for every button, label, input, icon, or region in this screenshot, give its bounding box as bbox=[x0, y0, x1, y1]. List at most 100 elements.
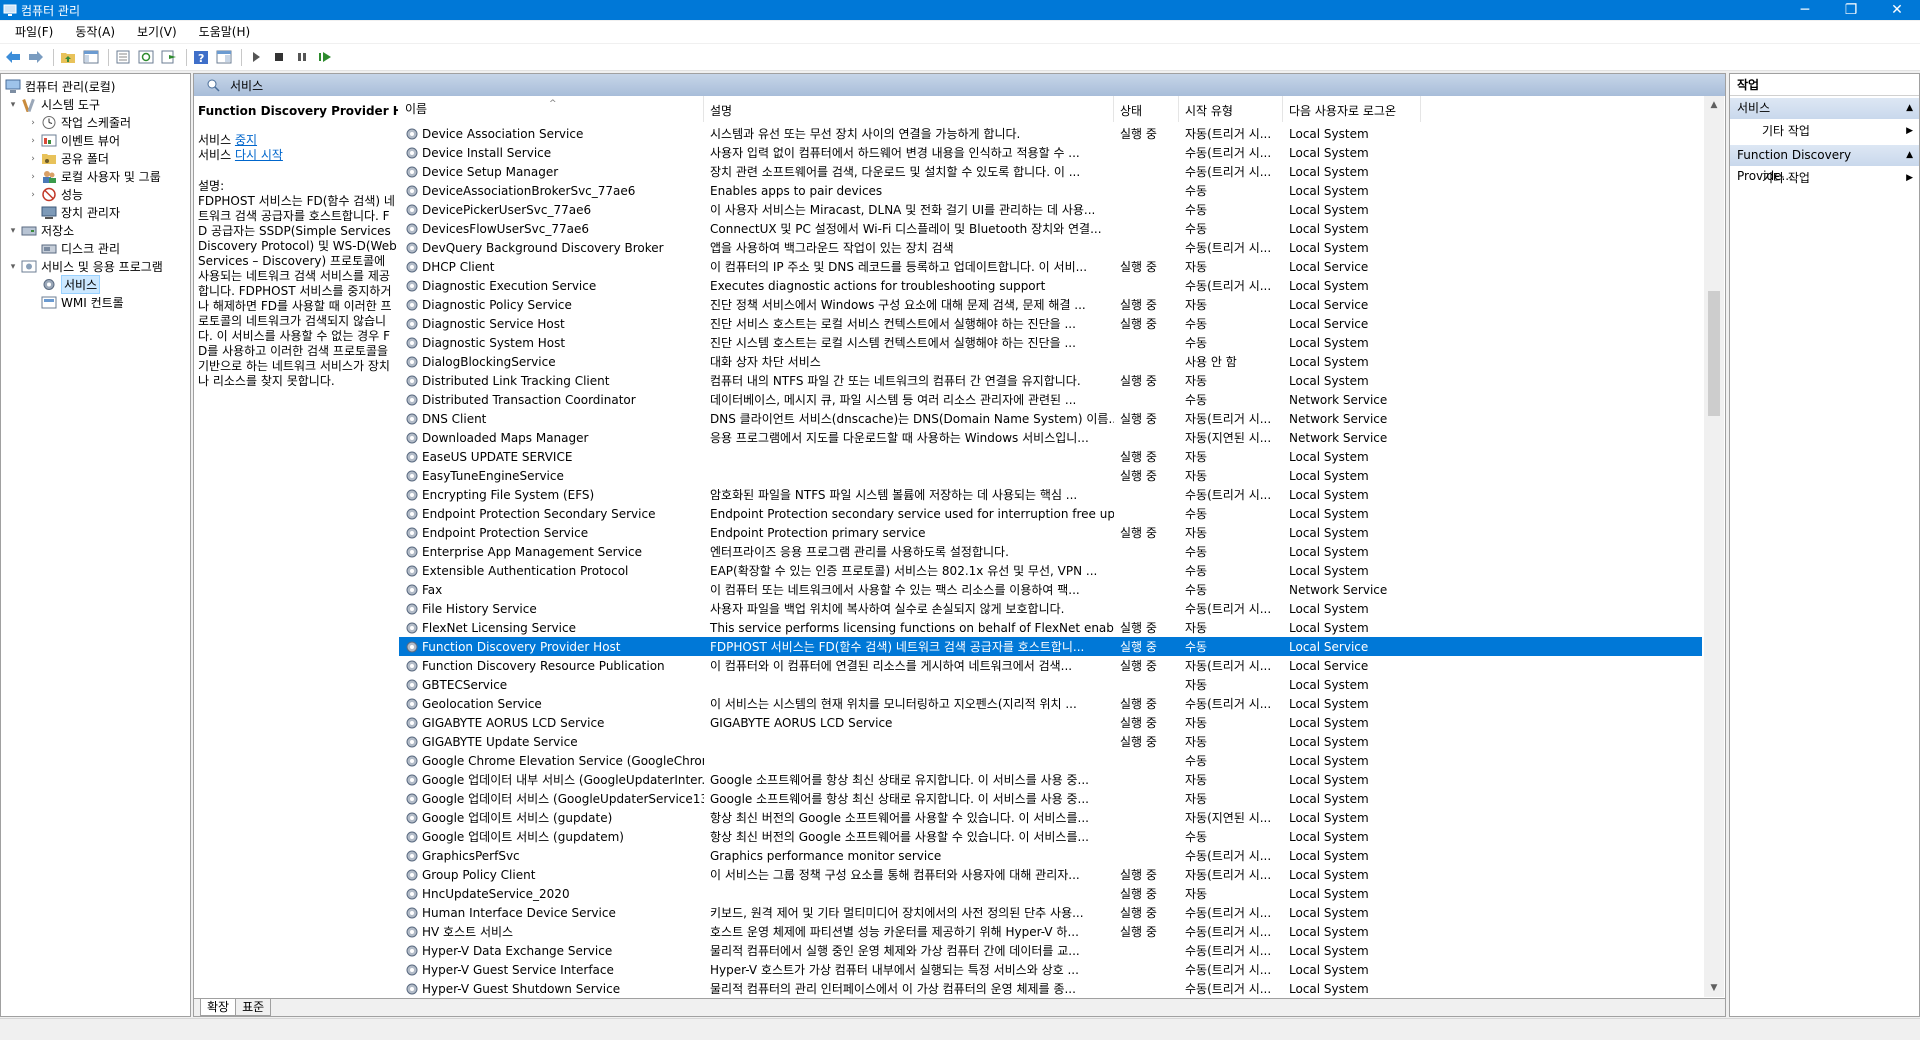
table-row[interactable]: DevicesFlowUserSvc_77ae6 ConnectUX 및 PC 설… bbox=[399, 219, 1702, 238]
table-row[interactable]: HncUpdateService_2020 실행 중 자동 Local System bbox=[399, 884, 1702, 903]
tree-node-storage[interactable]: ▾ 저장소 bbox=[7, 222, 74, 239]
scroll-down-icon[interactable]: ▼ bbox=[1704, 979, 1724, 997]
table-row[interactable]: Downloaded Maps Manager 응용 프로그램에서 지도를 다운로… bbox=[399, 428, 1702, 447]
column-header-description[interactable]: 설명 bbox=[704, 96, 1114, 122]
table-row[interactable]: Hyper-V Data Exchange Service 물리적 컴퓨터에서 실… bbox=[399, 941, 1702, 960]
stop-service-link[interactable]: 중지 bbox=[235, 133, 257, 147]
table-row[interactable]: Diagnostic Service Host 진단 서비스 호스트는 로컬 서비… bbox=[399, 314, 1702, 333]
table-row[interactable]: DialogBlockingService 대화 상자 차단 서비스 사용 안 함 L… bbox=[399, 352, 1702, 371]
table-row[interactable]: Human Interface Device Service 키보드, 원격 제어… bbox=[399, 903, 1702, 922]
table-row[interactable]: Diagnostic Execution Service Executes dia… bbox=[399, 276, 1702, 295]
collapse-arrow-icon[interactable]: ▾ bbox=[7, 225, 19, 237]
table-row[interactable]: FlexNet Licensing Service This service pe… bbox=[399, 618, 1702, 637]
tree-node-device-manager[interactable]: 장치 관리자 bbox=[41, 204, 120, 221]
restart-service-link[interactable]: 다시 시작 bbox=[235, 148, 283, 162]
table-row[interactable]: Group Policy Client 이 서비스는 그룹 정책 구성 요소를 통… bbox=[399, 865, 1702, 884]
table-row[interactable]: DNS Client DNS 클라이언트 서비스(dnscache)는 DNS(D… bbox=[399, 409, 1702, 428]
tree-node-services[interactable]: 서비스 bbox=[41, 275, 101, 294]
tree-node-wmi[interactable]: WMI 컨트롤 bbox=[41, 294, 124, 311]
tree-node-shared-folders[interactable]: › 공유 폴더 bbox=[27, 150, 109, 167]
collapse-up-icon[interactable]: ▲ bbox=[1906, 98, 1919, 119]
expand-arrow-icon[interactable]: › bbox=[27, 189, 39, 201]
table-row[interactable]: DevQuery Background Discovery Broker 앱을 사… bbox=[399, 238, 1702, 257]
table-row[interactable]: Fax 이 컴퓨터 또는 네트워크에서 사용할 수 있는 팩스 리소스를 이용하여… bbox=[399, 580, 1702, 599]
table-row[interactable]: DHCP Client 이 컴퓨터의 IP 주소 및 DNS 레코드를 등록하고 … bbox=[399, 257, 1702, 276]
tree-node-event-viewer[interactable]: › 이벤트 뷰어 bbox=[27, 132, 120, 149]
expand-arrow-icon[interactable]: › bbox=[27, 171, 39, 183]
table-row[interactable]: Diagnostic Policy Service 진단 정책 서비스에서 Win… bbox=[399, 295, 1702, 314]
tree-node-root[interactable]: 컴퓨터 관리(로컬) bbox=[5, 78, 115, 95]
expand-arrow-icon[interactable]: › bbox=[27, 135, 39, 147]
show-hide-tree-icon[interactable] bbox=[81, 48, 100, 67]
vertical-scrollbar[interactable]: ▲ ▼ bbox=[1704, 96, 1724, 997]
table-row[interactable]: EasyTuneEngineService 실행 중 자동 Local System bbox=[399, 466, 1702, 485]
table-row[interactable]: File History Service 사용자 파일을 백업 위치에 복사하여 … bbox=[399, 599, 1702, 618]
table-row[interactable]: Extensible Authentication Protocol EAP(확장… bbox=[399, 561, 1702, 580]
maximize-button[interactable]: ❐ bbox=[1828, 0, 1874, 20]
menu-view[interactable]: 보기(V) bbox=[126, 21, 188, 43]
table-row[interactable]: GIGABYTE AORUS LCD Service GIGABYTE AORUS… bbox=[399, 713, 1702, 732]
expand-arrow-icon[interactable]: › bbox=[27, 153, 39, 165]
collapse-arrow-icon[interactable]: ▾ bbox=[7, 261, 19, 273]
table-row[interactable]: Enterprise App Management Service 엔터프라이즈 … bbox=[399, 542, 1702, 561]
actions-section-selected-service[interactable]: Function Discovery Provide... ▲ bbox=[1730, 145, 1919, 183]
actions-section-services[interactable]: 서비스 ▲ bbox=[1730, 98, 1919, 119]
menu-help[interactable]: 도움말(H) bbox=[188, 21, 262, 43]
table-row[interactable]: Hyper-V Guest Service Interface Hyper-V 호… bbox=[399, 960, 1702, 979]
tree-node-local-users[interactable]: › 로컬 사용자 및 그룹 bbox=[27, 168, 161, 185]
table-row[interactable]: Function Discovery Resource Publication 이… bbox=[399, 656, 1702, 675]
table-row[interactable]: Google 업데이터 내부 서비스 (GoogleUpdaterInter..… bbox=[399, 770, 1702, 789]
menu-action[interactable]: 동작(A) bbox=[64, 21, 126, 43]
table-row[interactable]: EaseUS UPDATE SERVICE 실행 중 자동 Local System bbox=[399, 447, 1702, 466]
table-row[interactable]: Google 업데이터 서비스 (GoogleUpdaterService13.… bbox=[399, 789, 1702, 808]
forward-arrow-icon[interactable] bbox=[26, 48, 45, 67]
table-row[interactable]: Distributed Transaction Coordinator 데이터베이… bbox=[399, 390, 1702, 409]
table-row[interactable]: DevicePickerUserSvc_77ae6 이 사용자 서비스는 Mira… bbox=[399, 200, 1702, 219]
stop-service-icon[interactable] bbox=[269, 48, 288, 67]
minimize-button[interactable]: ─ bbox=[1782, 0, 1828, 20]
table-row[interactable]: Function Discovery Provider Host FDPHOST … bbox=[399, 637, 1702, 656]
tab-extended[interactable]: 확장 bbox=[200, 999, 237, 1016]
table-row[interactable]: Endpoint Protection Secondary Service End… bbox=[399, 504, 1702, 523]
table-row[interactable]: Hyper-V Guest Shutdown Service 물리적 컴퓨터의 관… bbox=[399, 979, 1702, 997]
table-row[interactable]: GraphicsPerfSvc Graphics performance moni… bbox=[399, 846, 1702, 865]
table-row[interactable]: Encrypting File System (EFS) 암호화된 파일을 NTF… bbox=[399, 485, 1702, 504]
column-header-name[interactable]: 이름 ^ bbox=[399, 96, 704, 122]
table-row[interactable]: Device Install Service 사용자 입력 없이 컴퓨터에서 하드… bbox=[399, 143, 1702, 162]
refresh-icon[interactable] bbox=[136, 48, 155, 67]
table-row[interactable]: Device Setup Manager 장치 관련 소프트웨어를 검색, 다운로… bbox=[399, 162, 1702, 181]
back-arrow-icon[interactable] bbox=[3, 48, 22, 67]
collapse-arrow-icon[interactable]: ▾ bbox=[7, 99, 19, 111]
collapse-up-icon[interactable]: ▲ bbox=[1906, 145, 1919, 166]
table-row[interactable]: GIGABYTE Update Service 실행 중 자동 Local Syste… bbox=[399, 732, 1702, 751]
properties-icon[interactable] bbox=[113, 48, 132, 67]
table-row[interactable]: DeviceAssociationBrokerSvc_77ae6 Enables … bbox=[399, 181, 1702, 200]
table-row[interactable]: Google 업데이트 서비스 (gupdate) 항상 최신 버전의 Googl… bbox=[399, 808, 1702, 827]
table-row[interactable]: Endpoint Protection Service Endpoint Prot… bbox=[399, 523, 1702, 542]
menu-file[interactable]: 파일(F) bbox=[4, 21, 64, 43]
table-row[interactable]: Google Chrome Elevation Service (GoogleC… bbox=[399, 751, 1702, 770]
close-button[interactable]: ✕ bbox=[1874, 0, 1920, 20]
restart-service-icon[interactable] bbox=[315, 48, 334, 67]
column-header-status[interactable]: 상태 bbox=[1114, 96, 1179, 122]
expand-arrow-icon[interactable]: › bbox=[27, 117, 39, 129]
up-folder-icon[interactable] bbox=[58, 48, 77, 67]
scroll-up-icon[interactable]: ▲ bbox=[1704, 96, 1724, 114]
table-row[interactable]: HV 호스트 서비스 호스트 운영 체제에 파티션별 성능 카운터를 제공하기 위… bbox=[399, 922, 1702, 941]
tree-node-disk-management[interactable]: 디스크 관리 bbox=[41, 240, 120, 257]
view-pane-icon[interactable] bbox=[214, 48, 233, 67]
tab-standard[interactable]: 표준 bbox=[235, 999, 272, 1016]
export-list-icon[interactable] bbox=[159, 48, 178, 67]
table-row[interactable]: GBTECService 자동 Local System bbox=[399, 675, 1702, 694]
table-row[interactable]: Distributed Link Tracking Client 컴퓨터 내의 N… bbox=[399, 371, 1702, 390]
tree-node-task-scheduler[interactable]: › 작업 스케줄러 bbox=[27, 114, 131, 131]
table-row[interactable]: Geolocation Service 이 서비스는 시스템의 현재 위치를 모니… bbox=[399, 694, 1702, 713]
tree-node-performance[interactable]: › 성능 bbox=[27, 186, 83, 203]
column-header-log-on-as[interactable]: 다음 사용자로 로그온 bbox=[1283, 96, 1421, 122]
start-service-icon[interactable] bbox=[246, 48, 265, 67]
tree-node-system-tools[interactable]: ▾ 시스템 도구 bbox=[7, 96, 100, 113]
help-icon[interactable]: ? bbox=[191, 48, 210, 67]
table-row[interactable]: Diagnostic System Host 진단 시스템 호스트는 로컬 시스템… bbox=[399, 333, 1702, 352]
scrollbar-thumb[interactable] bbox=[1708, 291, 1720, 416]
column-header-startup-type[interactable]: 시작 유형 bbox=[1179, 96, 1283, 122]
